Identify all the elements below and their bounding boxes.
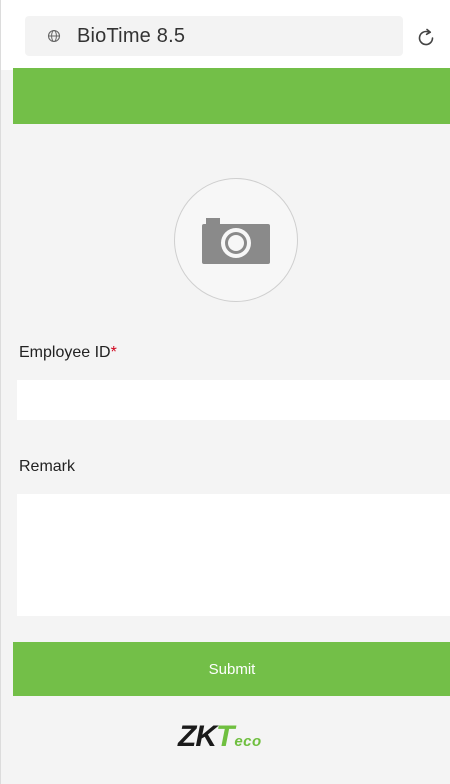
employee-id-input[interactable]	[17, 380, 450, 420]
form-content: Employee ID* Remark Submit ZK Teco	[13, 124, 450, 784]
logo-zk: ZK	[178, 720, 217, 753]
remark-label: Remark	[19, 458, 76, 475]
browser-top-bar: BioTime 8.5	[1, 0, 450, 70]
required-marker: *	[110, 344, 117, 361]
camera-icon	[200, 210, 272, 271]
photo-capture-button[interactable]	[174, 178, 298, 302]
globe-icon	[47, 29, 61, 43]
logo-eco: eco	[234, 733, 262, 750]
app-frame: BioTime 8.5 Employee ID* Remark Submit Z…	[0, 0, 450, 784]
employee-id-label: Employee ID*	[19, 344, 117, 362]
logo-t: T	[216, 720, 234, 753]
zkteco-logo: ZK Teco	[178, 720, 298, 760]
app-header-bar	[13, 68, 450, 124]
address-bar[interactable]: BioTime 8.5	[25, 16, 403, 56]
address-bar-text: BioTime 8.5	[77, 24, 186, 47]
employee-id-label-text: Employee ID	[19, 344, 111, 361]
submit-button[interactable]: Submit	[13, 642, 450, 696]
reload-icon[interactable]	[415, 27, 437, 49]
remark-textarea[interactable]	[17, 494, 450, 616]
